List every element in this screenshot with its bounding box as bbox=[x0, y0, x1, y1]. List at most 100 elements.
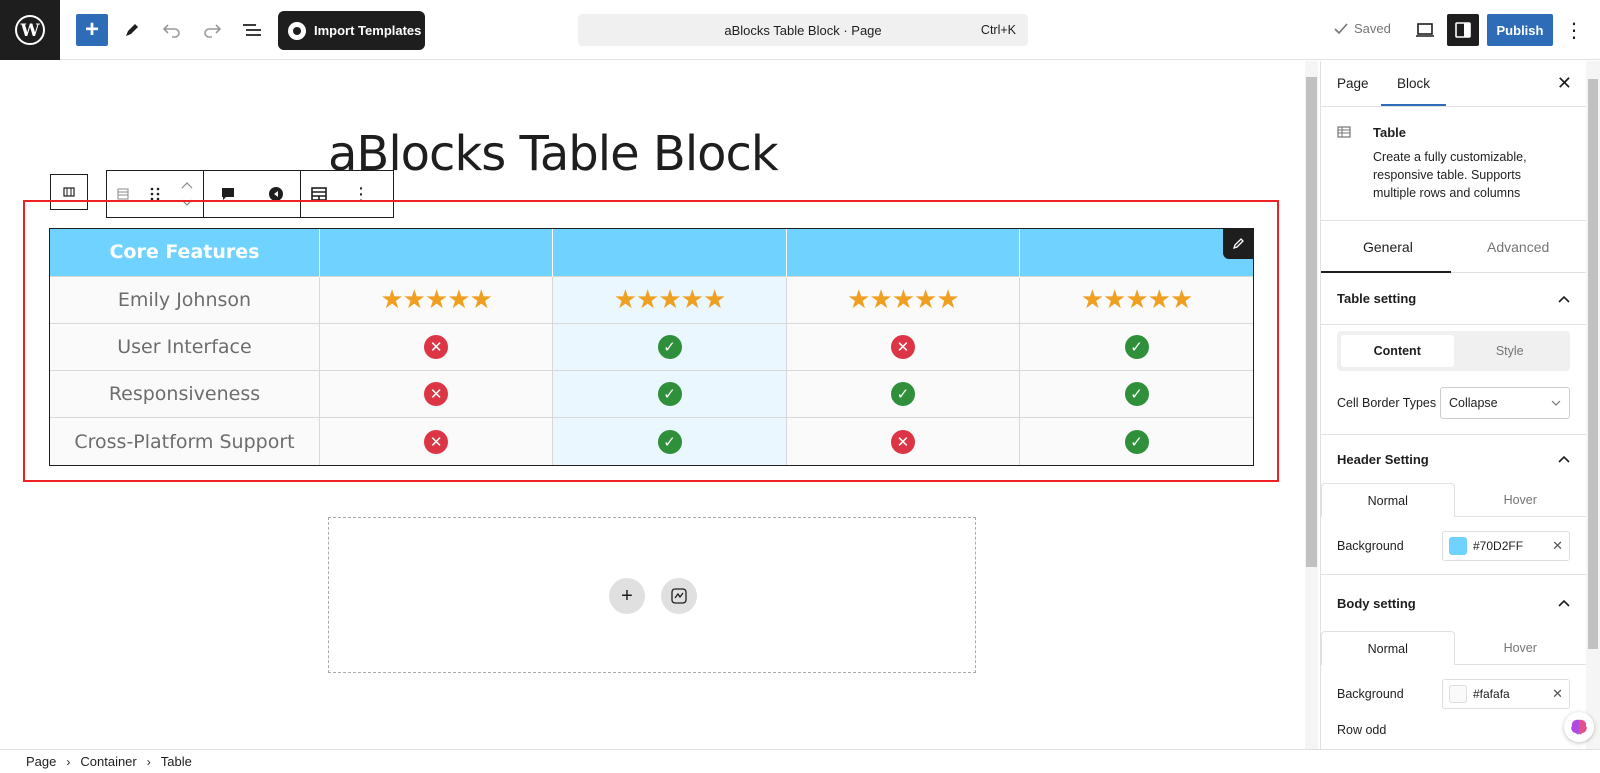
rating-cell[interactable]: ★★★★★ bbox=[319, 275, 554, 324]
table-cell[interactable]: ✓ bbox=[552, 369, 787, 418]
table-row: Responsiveness ✕ ✓ ✓ ✓ bbox=[50, 369, 1253, 418]
segment-content[interactable]: Content bbox=[1341, 335, 1454, 367]
canvas-scrollbar-thumb[interactable] bbox=[1306, 77, 1317, 567]
table-cell[interactable]: ✓ bbox=[1019, 322, 1253, 371]
rating-cell[interactable]: ★★★★★ bbox=[552, 275, 787, 324]
redo-icon[interactable] bbox=[196, 14, 228, 46]
check-circle-icon: ✓ bbox=[657, 429, 682, 454]
settings-sidebar-toggle-icon[interactable] bbox=[1447, 14, 1479, 46]
background-label: Background bbox=[1337, 538, 1404, 553]
breadcrumb-item-page[interactable]: Page bbox=[26, 754, 56, 769]
close-icon[interactable]: ✕ bbox=[1557, 73, 1572, 94]
table-setting-header[interactable]: Table setting bbox=[1321, 273, 1586, 325]
ai-assistant-brain-icon[interactable] bbox=[1564, 712, 1594, 742]
row-label[interactable]: User Interface bbox=[50, 322, 320, 371]
empty-block-placeholder[interactable]: + bbox=[328, 517, 976, 673]
table-cell[interactable]: ✓ bbox=[552, 417, 787, 465]
command-shortcut: Ctrl+K bbox=[980, 23, 1016, 37]
tab-general[interactable]: General bbox=[1363, 239, 1413, 255]
table-cell[interactable]: ✕ bbox=[786, 322, 1021, 371]
cross-circle-icon: ✕ bbox=[890, 429, 915, 454]
row-label[interactable]: Emily Johnson bbox=[50, 275, 320, 324]
block-card: Table Create a fully customizable, respo… bbox=[1321, 107, 1586, 221]
cell-border-select[interactable]: Collapse bbox=[1440, 386, 1570, 419]
sidebar-scrollbar-thumb[interactable] bbox=[1588, 79, 1598, 649]
table-cell[interactable]: ✕ bbox=[786, 417, 1021, 465]
table-cell[interactable]: ✓ bbox=[1019, 369, 1253, 418]
comparison-table: Core Features Emily Johnson ★★★★★ ★★★★★ … bbox=[50, 229, 1253, 465]
state-hover-tab[interactable]: Hover bbox=[1454, 483, 1586, 517]
table-cell[interactable]: ✓ bbox=[1019, 417, 1253, 465]
chevron-up-icon bbox=[1558, 295, 1570, 303]
segment-style[interactable]: Style bbox=[1454, 335, 1567, 367]
block-inserter-plus-icon[interactable]: + bbox=[76, 14, 108, 46]
tab-advanced[interactable]: Advanced bbox=[1487, 239, 1549, 255]
state-hover-tab[interactable]: Hover bbox=[1454, 631, 1586, 665]
table-header-cell[interactable] bbox=[552, 229, 787, 276]
table-cell[interactable]: ✕ bbox=[319, 322, 554, 371]
ablocks-logo-icon bbox=[288, 21, 306, 40]
color-swatch bbox=[1449, 685, 1467, 703]
sidebar-scrollbar[interactable] bbox=[1586, 61, 1600, 749]
star-rating-icon: ★★★★★ bbox=[380, 284, 493, 315]
table-cell[interactable]: ✓ bbox=[786, 369, 1021, 418]
body-setting-header[interactable]: Body setting bbox=[1321, 575, 1586, 631]
check-circle-icon: ✓ bbox=[657, 382, 682, 407]
saved-status: Saved bbox=[1334, 21, 1391, 36]
cross-circle-icon: ✕ bbox=[424, 334, 449, 359]
document-overview-icon[interactable] bbox=[236, 14, 268, 46]
row-odd-label: Row odd bbox=[1337, 723, 1387, 737]
table-header-cell[interactable]: Core Features bbox=[50, 229, 320, 276]
rating-cell[interactable]: ★★★★★ bbox=[1019, 275, 1253, 324]
row-label[interactable]: Responsiveness bbox=[50, 369, 320, 418]
breadcrumb-item-container[interactable]: Container bbox=[80, 754, 136, 769]
table-cell[interactable]: ✓ bbox=[552, 322, 787, 371]
wordpress-logo-icon[interactable]: W bbox=[0, 0, 60, 60]
state-normal-tab[interactable]: Normal bbox=[1321, 483, 1455, 517]
check-circle-icon: ✓ bbox=[657, 334, 682, 359]
row-odd-row: Row odd bbox=[1321, 723, 1586, 743]
cell-border-label: Cell Border Types bbox=[1337, 395, 1437, 410]
cell-border-row: Cell Border Types Collapse bbox=[1321, 371, 1586, 435]
ablocks-pattern-icon[interactable] bbox=[661, 578, 697, 614]
header-setting-header[interactable]: Header Setting bbox=[1321, 435, 1586, 483]
block-card-title: Table bbox=[1373, 125, 1406, 140]
color-swatch bbox=[1449, 536, 1467, 555]
table-cell[interactable]: ✕ bbox=[319, 417, 554, 465]
ablocks-table[interactable]: Core Features Emily Johnson ★★★★★ ★★★★★ … bbox=[49, 228, 1254, 466]
clear-color-icon[interactable]: ✕ bbox=[1552, 538, 1563, 554]
cross-circle-icon: ✕ bbox=[890, 334, 915, 359]
add-block-plus-icon[interactable]: + bbox=[609, 578, 645, 614]
table-header-cell[interactable] bbox=[319, 229, 554, 276]
preview-desktop-icon[interactable] bbox=[1409, 14, 1441, 46]
publish-button[interactable]: Publish bbox=[1487, 14, 1553, 46]
page-title[interactable]: aBlocks Table Block bbox=[328, 126, 779, 182]
edit-link-icon[interactable] bbox=[1223, 229, 1253, 259]
cross-circle-icon: ✕ bbox=[424, 429, 449, 454]
undo-icon[interactable] bbox=[156, 14, 188, 46]
color-value: #70D2FF bbox=[1473, 538, 1524, 553]
saved-label: Saved bbox=[1354, 21, 1391, 36]
import-templates-button[interactable]: Import Templates bbox=[278, 11, 425, 50]
header-background-color-picker[interactable]: #70D2FF ✕ bbox=[1442, 530, 1570, 561]
row-label[interactable]: Cross-Platform Support bbox=[50, 417, 320, 465]
breadcrumb-item-table[interactable]: Table bbox=[161, 754, 192, 769]
command-palette-bar[interactable]: aBlocks Table Block · Page Ctrl+K bbox=[578, 14, 1028, 46]
cross-circle-icon: ✕ bbox=[424, 382, 449, 407]
state-normal-tab[interactable]: Normal bbox=[1321, 631, 1455, 665]
tab-page[interactable]: Page bbox=[1337, 76, 1369, 91]
table-cell[interactable]: ✕ bbox=[319, 369, 554, 418]
options-more-icon[interactable]: ⋮ bbox=[1562, 14, 1586, 46]
settings-sidebar: Page Block ✕ Table Create a fully custom… bbox=[1320, 61, 1586, 749]
table-header-row: Core Features bbox=[50, 229, 1253, 276]
body-background-color-picker[interactable]: #fafafa ✕ bbox=[1442, 679, 1570, 709]
command-title: aBlocks Table Block · Page bbox=[724, 22, 882, 38]
pencil-tools-icon[interactable] bbox=[116, 14, 148, 46]
chevron-right-icon: › bbox=[66, 754, 71, 769]
table-header-cell[interactable] bbox=[786, 229, 1021, 276]
table-header-cell[interactable] bbox=[1019, 229, 1253, 276]
canvas-scrollbar[interactable] bbox=[1305, 61, 1318, 749]
tab-block[interactable]: Block bbox=[1380, 76, 1447, 106]
rating-cell[interactable]: ★★★★★ bbox=[786, 275, 1021, 324]
clear-color-icon[interactable]: ✕ bbox=[1552, 686, 1563, 702]
